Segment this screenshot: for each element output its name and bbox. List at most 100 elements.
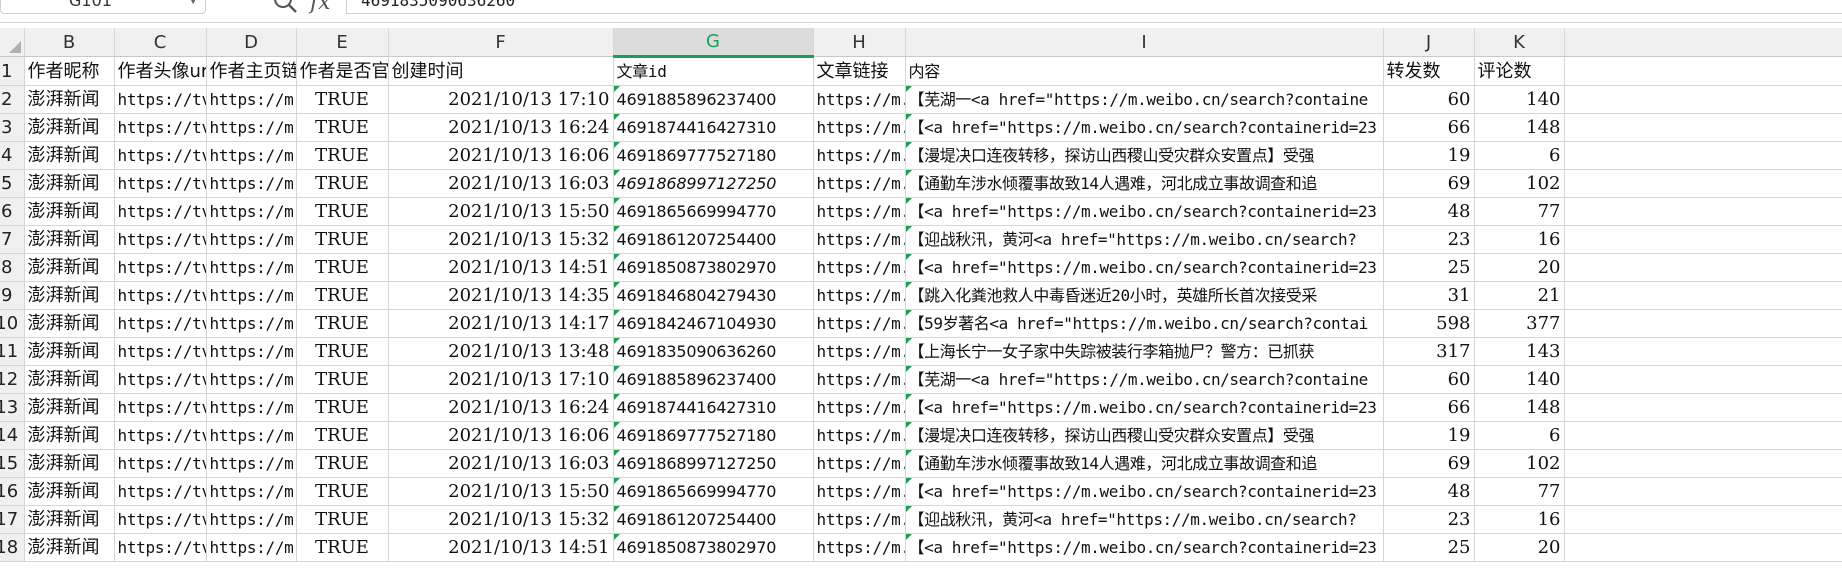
cell-j[interactable]: 23	[1383, 505, 1475, 534]
cell-h[interactable]: https://m.	[813, 253, 906, 282]
cell-b[interactable]: 澎湃新闻	[24, 85, 115, 114]
cell-d[interactable]: https://m.	[206, 197, 297, 226]
cell-h[interactable]: https://m.	[813, 421, 906, 450]
cell-k[interactable]: 77	[1474, 477, 1565, 506]
cell-c[interactable]: https://tvax	[114, 449, 207, 478]
cell-g[interactable]: 4691861207254400	[613, 225, 814, 254]
cell-g[interactable]: 4691842467104930	[613, 309, 814, 338]
cell-c[interactable]: https://tvax	[114, 393, 207, 422]
cell-g[interactable]: 4691846804279430	[613, 281, 814, 310]
cell-d[interactable]: https://m.	[206, 477, 297, 506]
cell-e[interactable]: TRUE	[296, 449, 389, 478]
cell-g[interactable]: 4691850873802970	[613, 533, 814, 562]
cell-f[interactable]: 2021/10/13 13:48	[388, 337, 614, 366]
cell-e[interactable]: TRUE	[296, 253, 389, 282]
cell-e[interactable]: 作者是否官方认证	[296, 56, 389, 86]
cell-d[interactable]: https://m.	[206, 169, 297, 198]
cell-b[interactable]: 澎湃新闻	[24, 393, 115, 422]
cell-b[interactable]: 澎湃新闻	[24, 505, 115, 534]
cell-g[interactable]: 4691885896237400	[613, 85, 814, 114]
cell-j[interactable]: 66	[1383, 113, 1475, 142]
cell-j[interactable]: 66	[1383, 393, 1475, 422]
cell-f[interactable]: 2021/10/13 16:06	[388, 141, 614, 170]
cell-f[interactable]: 2021/10/13 17:10	[388, 365, 614, 394]
cell-j[interactable]: 48	[1383, 477, 1475, 506]
cell-d[interactable]: 作者主页链接	[206, 56, 297, 86]
cell-j[interactable]: 19	[1383, 141, 1475, 170]
cell-c[interactable]: https://tvax	[114, 141, 207, 170]
row-header[interactable]: 2	[0, 85, 25, 114]
cell-j[interactable]: 19	[1383, 421, 1475, 450]
cell-h[interactable]: https://m.	[813, 309, 906, 338]
row-header[interactable]: 16	[0, 477, 25, 506]
cell-j[interactable]: 317	[1383, 337, 1475, 366]
cell-k[interactable]: 16	[1474, 505, 1565, 534]
cell-k[interactable]: 140	[1474, 85, 1565, 114]
cell-d[interactable]: https://m.	[206, 85, 297, 114]
cell-j[interactable]: 25	[1383, 533, 1475, 562]
row-header[interactable]: 11	[0, 337, 25, 366]
cell-c[interactable]: https://tvax	[114, 113, 207, 142]
row-header[interactable]: 7	[0, 225, 25, 254]
cell-j[interactable]: 60	[1383, 85, 1475, 114]
cell-f[interactable]: 2021/10/13 16:24	[388, 113, 614, 142]
cell-b[interactable]: 澎湃新闻	[24, 477, 115, 506]
cell-f[interactable]: 2021/10/13 15:50	[388, 477, 614, 506]
cell-e[interactable]: TRUE	[296, 533, 389, 562]
cell-h[interactable]: https://m.	[813, 505, 906, 534]
cell-k[interactable]: 20	[1474, 253, 1565, 282]
cell-i[interactable]: 【<a href="https://m.weibo.cn/search?cont…	[905, 533, 1384, 562]
column-header-c[interactable]: C	[114, 28, 207, 57]
cell-i[interactable]: 【漫堤决口连夜转移，探访山西稷山受灾群众安置点】受强	[905, 141, 1384, 170]
cell-d[interactable]: https://m.	[206, 449, 297, 478]
row-header[interactable]: 4	[0, 141, 25, 170]
cell-h[interactable]: https://m.	[813, 533, 906, 562]
cell-i[interactable]: 【<a href="https://m.weibo.cn/search?cont…	[905, 393, 1384, 422]
cell-f[interactable]: 2021/10/13 16:03	[388, 169, 614, 198]
cell-g[interactable]: 4691835090636260	[613, 337, 814, 366]
cell-g[interactable]: 4691865669994770	[613, 197, 814, 226]
cell-i[interactable]: 【迎战秋汛，黄河<a href="https://m.weibo.cn/sear…	[905, 505, 1384, 534]
cell-c[interactable]: https://tvax	[114, 169, 207, 198]
cell-g[interactable]: 4691868997127250	[613, 449, 814, 478]
cell-i[interactable]: 【<a href="https://m.weibo.cn/search?cont…	[905, 197, 1384, 226]
cell-j[interactable]: 25	[1383, 253, 1475, 282]
cell-f[interactable]: 2021/10/13 16:24	[388, 393, 614, 422]
cell-i[interactable]: 【跳入化粪池救人中毒昏迷近20小时，英雄所长首次接受采	[905, 281, 1384, 310]
cell-b[interactable]: 澎湃新闻	[24, 365, 115, 394]
cell-f[interactable]: 2021/10/13 14:17	[388, 309, 614, 338]
cell-c[interactable]: https://tvax	[114, 533, 207, 562]
cell-e[interactable]: TRUE	[296, 113, 389, 142]
cell-k[interactable]: 377	[1474, 309, 1565, 338]
cell-g[interactable]: 4691869777527180	[613, 141, 814, 170]
cell-h[interactable]: https://m.	[813, 85, 906, 114]
column-header-e[interactable]: E	[296, 28, 389, 57]
cell-i[interactable]: 【通勤车涉水倾覆事故致14人遇难，河北成立事故调查和追	[905, 169, 1384, 198]
cell-g[interactable]: 4691850873802970	[613, 253, 814, 282]
column-header-i[interactable]: I	[905, 28, 1384, 57]
cell-k[interactable]: 148	[1474, 393, 1565, 422]
column-header-f[interactable]: F	[388, 28, 614, 57]
row-header[interactable]: 3	[0, 113, 25, 142]
cell-i[interactable]: 【芜湖一<a href="https://m.weibo.cn/search?c…	[905, 85, 1384, 114]
cell-j[interactable]: 60	[1383, 365, 1475, 394]
cell-j[interactable]: 转发数	[1383, 56, 1475, 86]
cell-j[interactable]: 48	[1383, 197, 1475, 226]
cell-k[interactable]: 102	[1474, 169, 1565, 198]
cell-f[interactable]: 2021/10/13 17:10	[388, 85, 614, 114]
cell-k[interactable]: 143	[1474, 337, 1565, 366]
cell-d[interactable]: https://m.	[206, 393, 297, 422]
cell-e[interactable]: TRUE	[296, 197, 389, 226]
cell-d[interactable]: https://m.	[206, 281, 297, 310]
column-header-d[interactable]: D	[206, 28, 297, 57]
cell-c[interactable]: https://tvax	[114, 253, 207, 282]
cell-e[interactable]: TRUE	[296, 309, 389, 338]
row-header[interactable]: 14	[0, 421, 25, 450]
cell-f[interactable]: 2021/10/13 15:32	[388, 225, 614, 254]
cell-h[interactable]: https://m.	[813, 141, 906, 170]
cell-f[interactable]: 2021/10/13 15:50	[388, 197, 614, 226]
cell-b[interactable]: 澎湃新闻	[24, 533, 115, 562]
cell-h[interactable]: https://m.	[813, 225, 906, 254]
row-header[interactable]: 8	[0, 253, 25, 282]
row-header[interactable]: 9	[0, 281, 25, 310]
